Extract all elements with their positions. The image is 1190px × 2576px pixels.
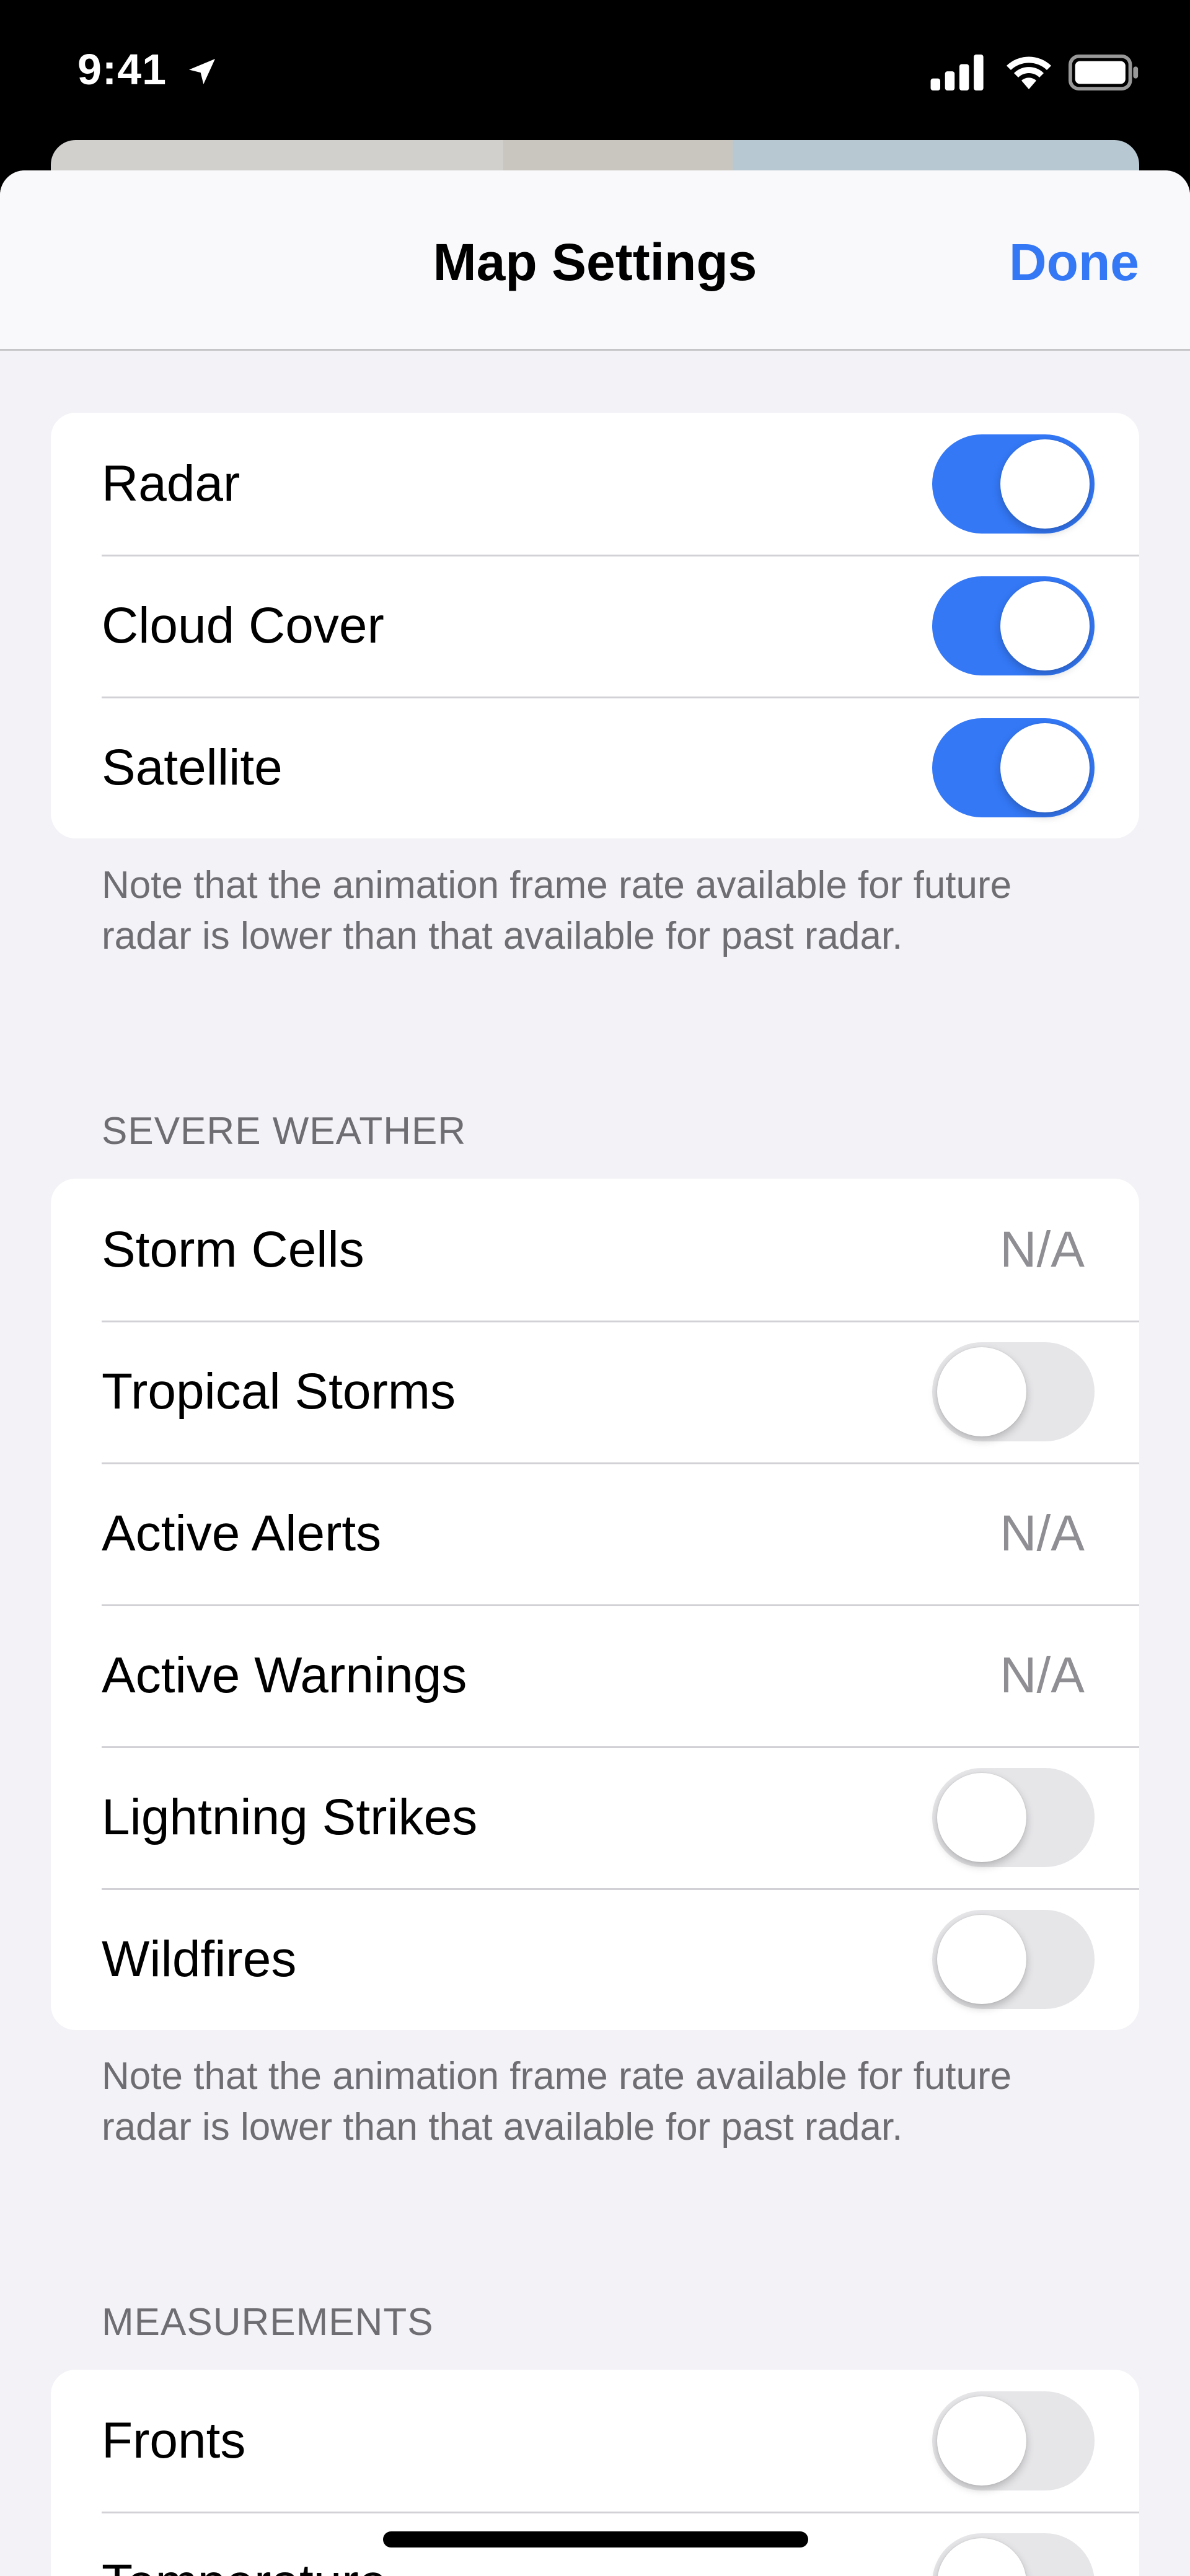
row-value: N/A (1000, 1221, 1085, 1278)
section-header-severe-weather: SEVERE WEATHER (102, 1110, 467, 1153)
location-arrow-icon (189, 59, 215, 84)
radar-toggle[interactable] (932, 434, 1095, 534)
row-label: Radar (102, 455, 240, 512)
settings-row-cloud-cover: Cloud Cover (51, 555, 1139, 697)
settings-row-fronts: Fronts (51, 2370, 1139, 2512)
layers-footer-note: Note that the animation frame rate avail… (102, 864, 1012, 957)
row-label: Fronts (102, 2412, 246, 2469)
cellular-signal-icon (930, 55, 984, 90)
settings-row-satellite: Satellite (51, 697, 1139, 838)
row-value: N/A (1000, 1646, 1085, 1703)
tropical-storms-toggle[interactable] (932, 1342, 1095, 1441)
settings-row-active-warnings: Active Warnings N/A (51, 1604, 1139, 1746)
layers-group: Radar Cloud Cover Satellite (51, 413, 1139, 838)
status-bar: 9:41 (0, 0, 1190, 143)
toggle-knob (1000, 439, 1090, 529)
settings-row-wildfires: Wildfires (51, 1888, 1139, 2030)
toggle-knob (1000, 581, 1090, 670)
temperature-toggle[interactable] (932, 2533, 1095, 2576)
lightning-strikes-toggle[interactable] (932, 1767, 1095, 1867)
severe-weather-footer-note: Note that the animation frame rate avail… (102, 2055, 1012, 2148)
row-label: Active Alerts (102, 1505, 382, 1562)
wifi-icon (1007, 56, 1051, 89)
row-label: Cloud Cover (102, 597, 384, 654)
map-settings-sheet: Map Settings Done Radar Cloud Cover Sate… (0, 170, 1190, 2576)
row-label: Active Warnings (102, 1646, 467, 1703)
settings-row-active-alerts: Active Alerts N/A (51, 1462, 1139, 1604)
status-time: 9:41 (77, 45, 167, 94)
toggle-knob (937, 1347, 1026, 1436)
toggle-knob (937, 2396, 1026, 2486)
row-label: Satellite (102, 739, 283, 796)
toggle-knob (1000, 723, 1090, 812)
toggle-knob (937, 1772, 1026, 1862)
row-label: Storm Cells (102, 1221, 364, 1278)
section-header-measurements: MEASUREMENTS (102, 2301, 434, 2344)
toggle-knob (937, 2538, 1026, 2576)
settings-row-lightning-strikes: Lightning Strikes (51, 1746, 1139, 1888)
navigation-bar: Map Settings Done (0, 170, 1190, 351)
row-value: N/A (1000, 1505, 1085, 1562)
satellite-toggle[interactable] (932, 718, 1095, 817)
battery-icon (1069, 55, 1139, 90)
row-label: Tropical Storms (102, 1363, 456, 1420)
toggle-knob (937, 1914, 1026, 2004)
cloud-cover-toggle[interactable] (932, 576, 1095, 675)
home-indicator[interactable] (383, 2531, 808, 2547)
row-label: Lightning Strikes (102, 1788, 478, 1845)
settings-row-radar: Radar (51, 413, 1139, 555)
fronts-toggle[interactable] (932, 2391, 1095, 2490)
wildfires-toggle[interactable] (932, 1909, 1095, 2009)
done-button[interactable]: Done (1009, 232, 1139, 292)
settings-row-tropical-storms: Tropical Storms (51, 1321, 1139, 1462)
settings-row-storm-cells: Storm Cells N/A (51, 1179, 1139, 1321)
row-label: Temperature (102, 2554, 387, 2576)
row-label: Wildfires (102, 1930, 297, 1987)
severe-weather-group: Storm Cells N/A Tropical Storms Active A… (51, 1179, 1139, 2030)
